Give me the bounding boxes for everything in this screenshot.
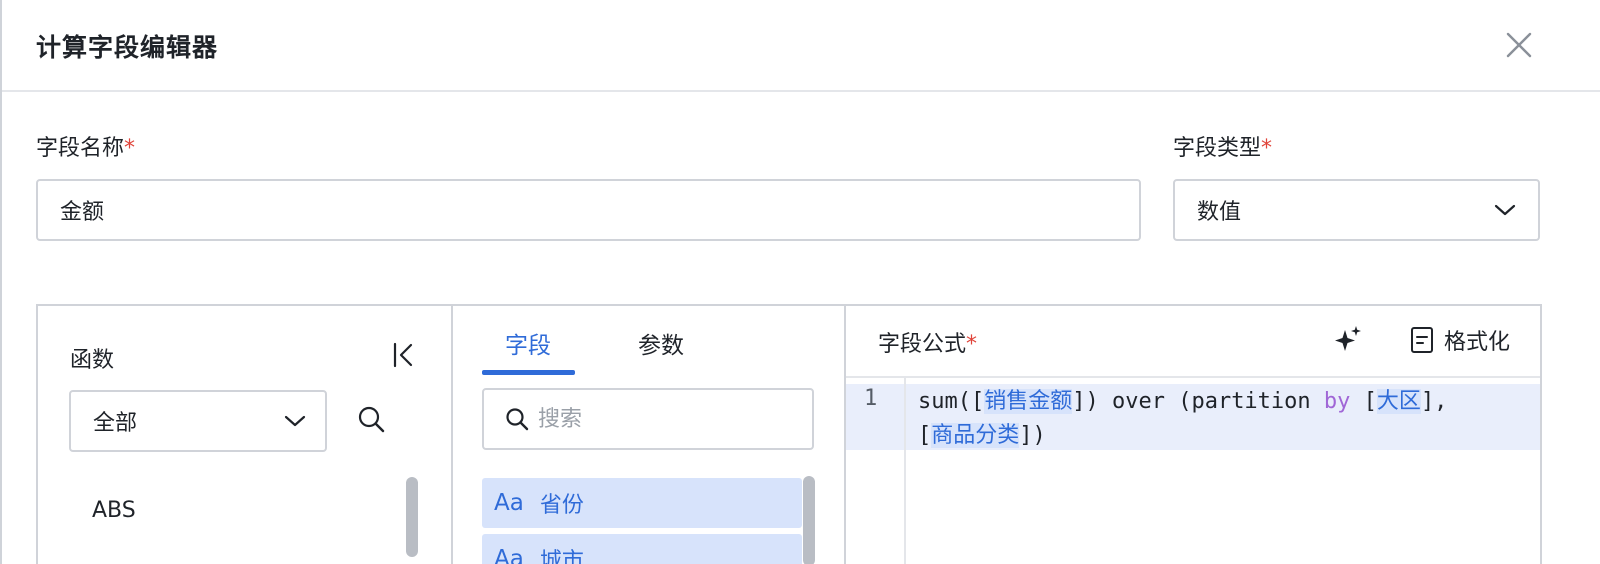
field-name-value: 金额 — [60, 200, 105, 225]
chevron-down-icon — [1494, 204, 1516, 216]
line-number: 1 — [864, 386, 878, 411]
search-icon — [358, 406, 385, 433]
required-mark: * — [1261, 136, 1273, 161]
code-token: [ — [1350, 389, 1377, 414]
dialog-title: 计算字段编辑器 — [36, 33, 219, 62]
formula-code[interactable]: sum([销售金额]) over (partition by [大区], [商品… — [918, 385, 1447, 453]
field-name-label: 字段名称* — [36, 130, 135, 162]
dialog-header: 计算字段编辑器 — [2, 0, 1600, 92]
code-field-token: 大区 — [1376, 389, 1421, 414]
tab-fields[interactable]: 字段 — [505, 326, 551, 360]
collapse-panel-button[interactable] — [390, 340, 418, 370]
code-keyword-token: by — [1323, 389, 1351, 414]
format-document-icon — [1411, 327, 1433, 353]
required-mark: * — [124, 136, 136, 161]
formula-title: 字段公式* — [878, 326, 977, 358]
field-search-input[interactable] — [538, 400, 798, 438]
ai-assist-button[interactable] — [1332, 324, 1364, 356]
fields-scrollbar[interactable] — [803, 476, 815, 564]
field-type-value: 数值 — [1197, 200, 1242, 225]
field-list-item[interactable]: Aa 省份 — [482, 478, 802, 528]
string-type-icon: Aa — [494, 546, 524, 564]
code-field-token: 销售金额 — [984, 389, 1073, 414]
field-search-box[interactable] — [482, 388, 814, 450]
format-button[interactable]: 格式化 — [1410, 324, 1510, 356]
search-icon — [506, 408, 529, 431]
code-token: ]) over (partition — [1072, 389, 1324, 414]
field-name-label-text: 字段名称 — [36, 136, 125, 161]
function-category-value: 全部 — [93, 411, 138, 436]
code-token: sum([ — [918, 389, 985, 414]
field-list-item[interactable]: Aa 城市 — [482, 534, 802, 564]
field-type-select[interactable]: 数值 — [1173, 179, 1540, 241]
chevron-down-icon — [284, 415, 306, 427]
string-type-icon: Aa — [494, 490, 524, 516]
function-item[interactable]: ABS — [92, 498, 136, 523]
column-divider — [451, 304, 453, 564]
close-button[interactable] — [1502, 28, 1536, 62]
collapse-left-icon — [393, 342, 413, 368]
calculated-field-dialog: 计算字段编辑器 字段名称* 金额 字段类型* 数值 函数 全部 ABS 字段 参… — [0, 0, 1600, 564]
functions-scrollbar[interactable] — [406, 477, 418, 557]
field-item-label: 城市 — [539, 549, 584, 564]
functions-title: 函数 — [70, 348, 115, 373]
function-category-select[interactable]: 全部 — [69, 390, 327, 452]
code-token: ], — [1420, 389, 1448, 414]
formula-title-text: 字段公式 — [878, 332, 967, 357]
close-icon — [1506, 32, 1532, 58]
field-type-label-text: 字段类型 — [1173, 136, 1262, 161]
function-search-button[interactable] — [356, 404, 386, 434]
sparkle-icon — [1335, 326, 1361, 351]
code-token: ]) — [1019, 423, 1046, 448]
field-item-label: 省份 — [539, 493, 584, 518]
field-type-label: 字段类型* — [1173, 130, 1272, 162]
code-field-token: 商品分类 — [931, 423, 1020, 448]
active-tab-indicator — [482, 370, 575, 375]
code-token: [ — [918, 423, 932, 448]
tab-parameters[interactable]: 参数 — [638, 326, 684, 360]
required-mark: * — [966, 332, 978, 357]
field-name-input[interactable]: 金额 — [36, 179, 1141, 241]
format-button-label: 格式化 — [1444, 330, 1511, 355]
